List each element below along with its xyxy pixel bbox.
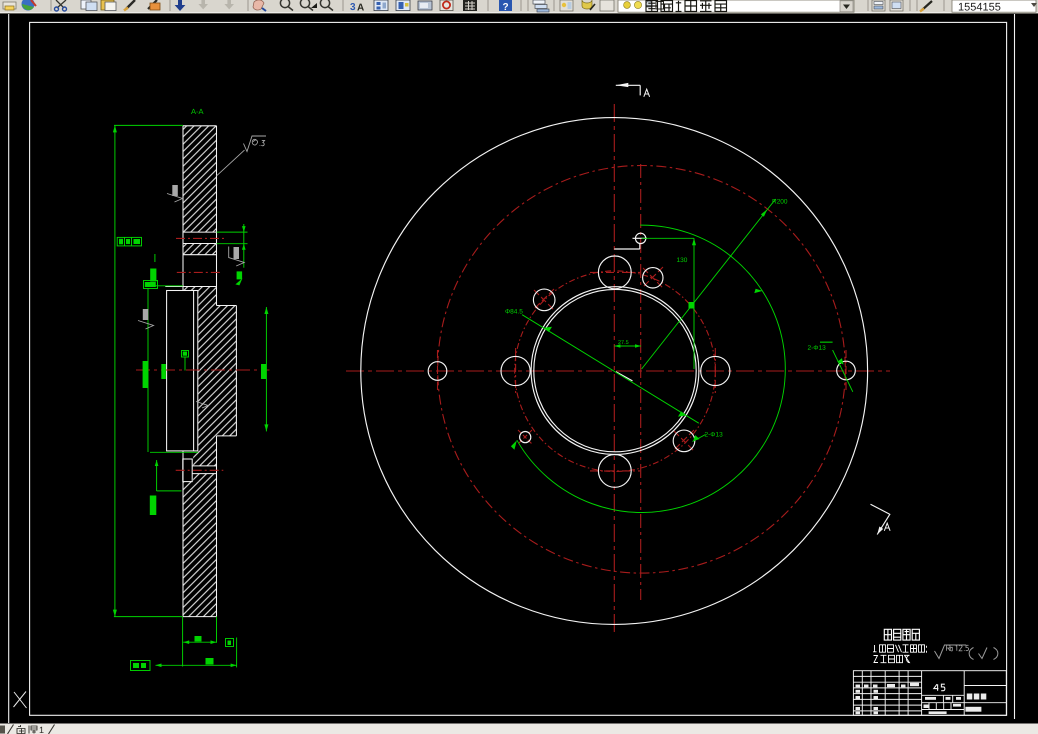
- svg-text:R200: R200: [772, 198, 788, 205]
- svg-text:2-Φ13: 2-Φ13: [704, 431, 723, 438]
- svg-text:A-A: A-A: [191, 107, 204, 116]
- svg-text:?: ?: [502, 2, 508, 13]
- svg-text:Φ84.5: Φ84.5: [505, 308, 523, 315]
- svg-text:2-Φ13: 2-Φ13: [807, 345, 826, 352]
- svg-text:A: A: [357, 2, 364, 13]
- svg-text:1: 1: [39, 725, 44, 734]
- svg-text:27.5: 27.5: [618, 340, 629, 346]
- svg-text:130: 130: [676, 257, 687, 264]
- svg-text:1554155: 1554155: [958, 1, 1001, 13]
- svg-text:3: 3: [350, 2, 356, 13]
